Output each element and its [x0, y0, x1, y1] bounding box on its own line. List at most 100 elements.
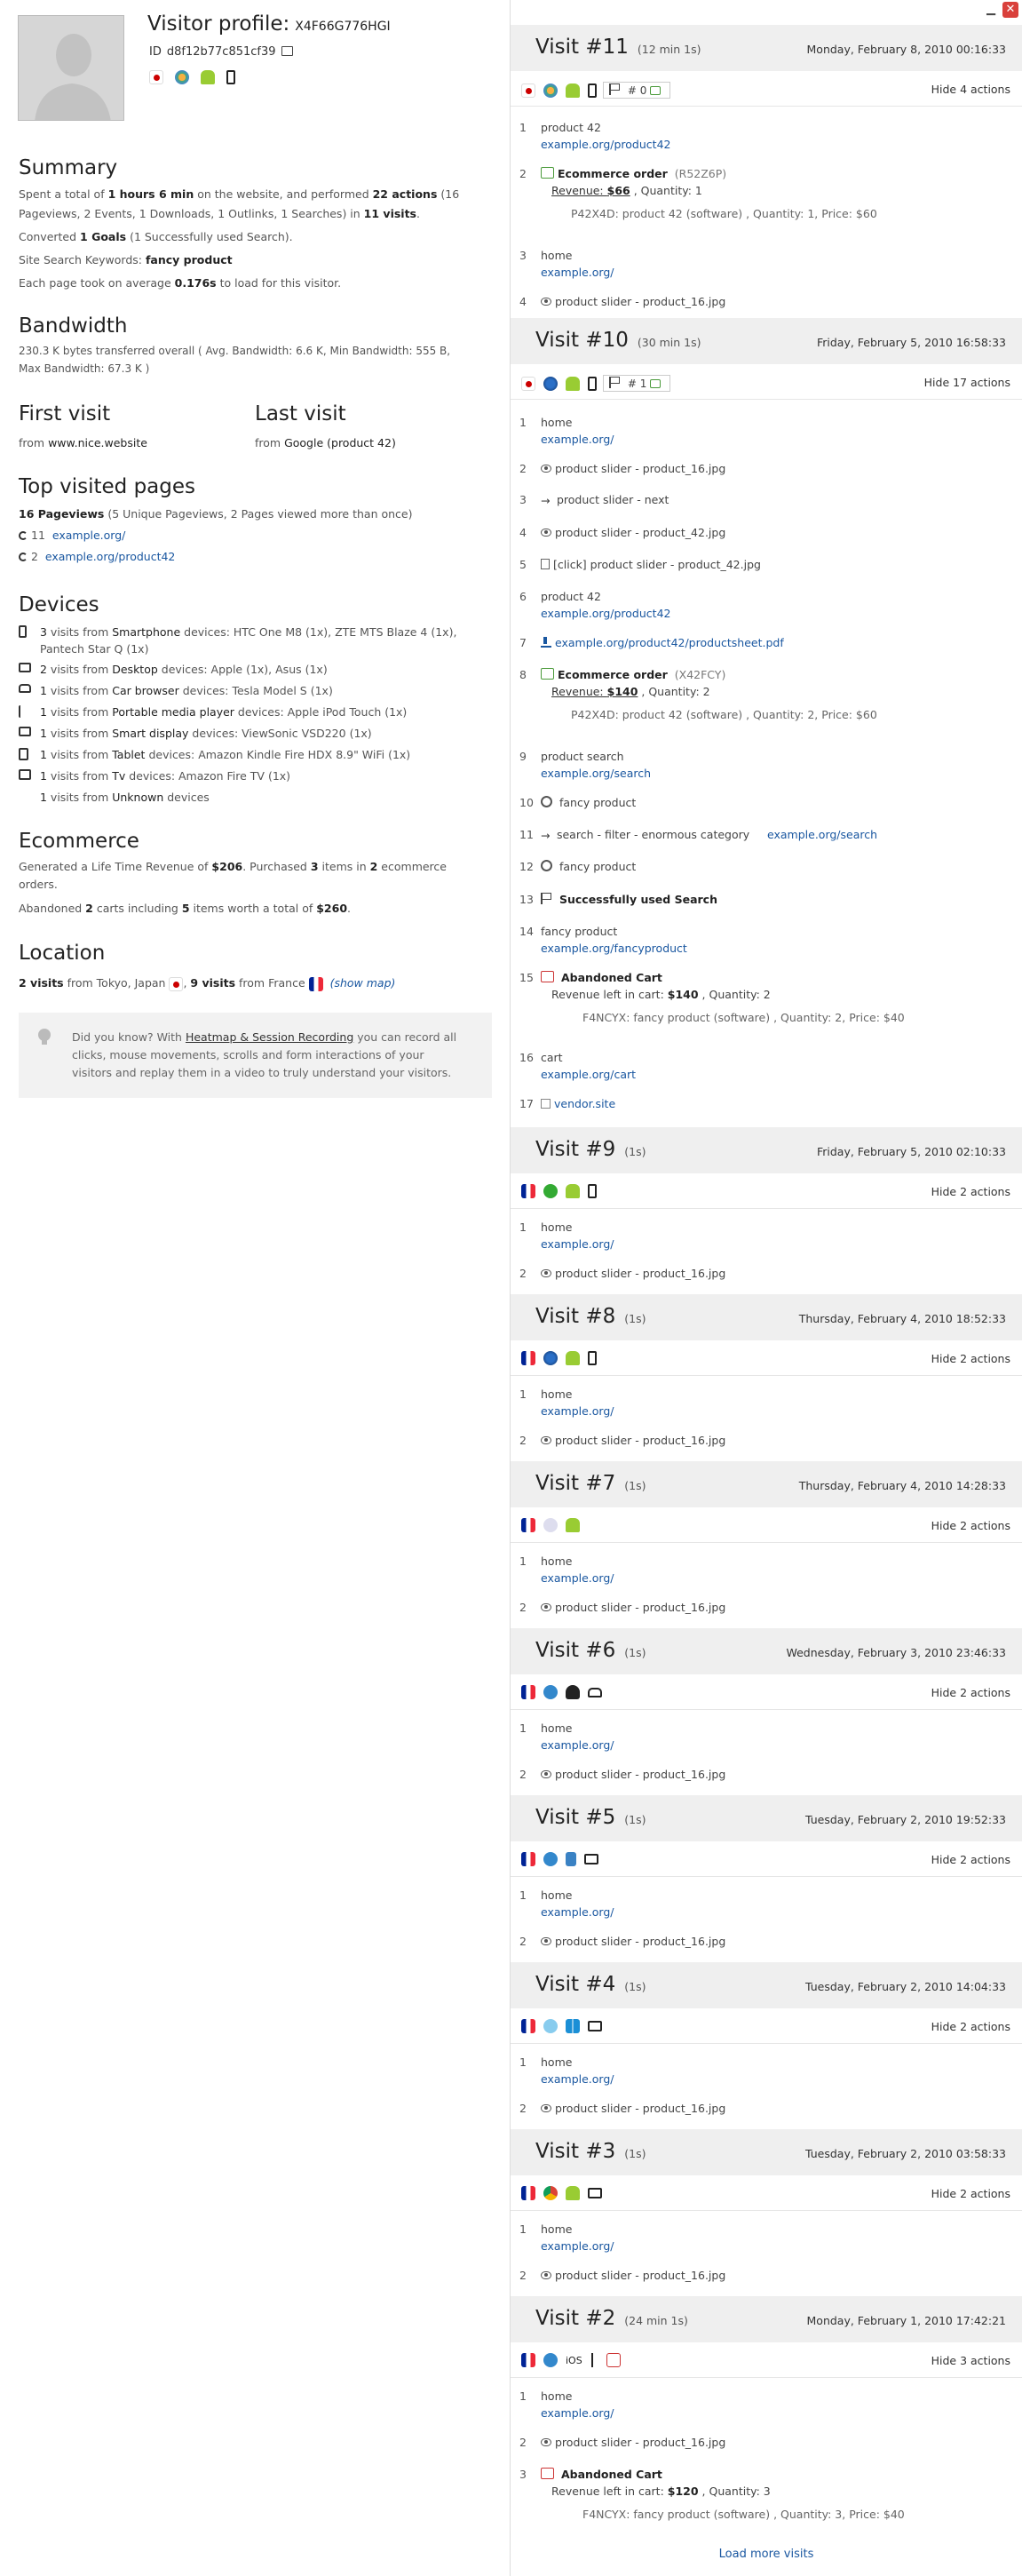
action-title: home: [541, 2389, 573, 2403]
action-title: product slider - next: [556, 493, 669, 506]
hide-actions-button[interactable]: Hide 2 actions: [931, 1853, 1010, 1866]
action-title: home: [541, 1721, 573, 1735]
visit-date: Friday, February 5, 2010 02:10:33: [816, 1145, 1006, 1158]
action-title: product search: [541, 750, 624, 763]
hide-actions-button[interactable]: Hide 2 actions: [931, 2020, 1010, 2033]
page-url-link[interactable]: example.org/search: [541, 767, 651, 780]
page-url-link[interactable]: example.org/: [541, 2239, 614, 2253]
action-title: product 42: [541, 590, 601, 603]
goal-icon: [609, 83, 621, 95]
hide-actions-button[interactable]: Hide 2 actions: [931, 1185, 1010, 1198]
event-icon: [541, 1436, 551, 1444]
device-row: 1 visits from Unknown devices: [40, 791, 210, 804]
page-url-link[interactable]: example.org/: [541, 1905, 614, 1919]
event-icon: [541, 1603, 551, 1611]
page-url-link[interactable]: example.org/cart: [541, 1068, 636, 1081]
event-icon: [541, 298, 551, 306]
action-number: 2: [519, 462, 527, 475]
download-link[interactable]: example.org/product42/productsheet.pdf: [555, 636, 784, 649]
load-more-button[interactable]: Load more visits: [511, 2548, 1022, 2561]
export-icon[interactable]: [281, 46, 293, 56]
outlink[interactable]: vendor.site: [554, 1097, 615, 1110]
france-flag-icon: [521, 1518, 535, 1532]
download-icon: [541, 637, 551, 648]
visit-title: Visit #8 (1s): [535, 1305, 646, 1328]
refresh-icon: [19, 531, 28, 540]
desktop-icon: [19, 663, 31, 672]
page-url-link[interactable]: example.org/product42: [541, 607, 670, 620]
top-page-item: 2 example.org/product42: [19, 547, 413, 567]
visit-icons: [521, 1351, 605, 1365]
visit-header: Visit #11 (12 min 1s) Monday, February 8, …: [511, 25, 1022, 71]
japan-flag-icon: [521, 376, 535, 391]
browser-icon: [543, 1685, 558, 1699]
action-number: 2: [519, 167, 527, 180]
close-button[interactable]: ✕: [1002, 2, 1018, 18]
action-number: 2: [519, 2436, 527, 2449]
id-row: ID d8f12b77c851cf39: [149, 45, 298, 59]
action-title: product slider - product_16.jpg: [555, 295, 726, 308]
visit-header: Visit #4 (1s) Tuesday, February 2, 2010 14…: [511, 1962, 1022, 2008]
hide-actions-button[interactable]: Hide 4 actions: [931, 83, 1010, 96]
visit-details-row: Hide 2 actions: [511, 1841, 1022, 1877]
hide-actions-button[interactable]: Hide 2 actions: [931, 2187, 1010, 2200]
action-number: 4: [519, 526, 527, 539]
action-title: product slider - product_16.jpg: [555, 1434, 726, 1447]
visit-icons: iOS: [521, 2353, 629, 2367]
page-url-link[interactable]: example.org/: [541, 1571, 614, 1585]
action-number: 10: [519, 796, 534, 809]
action-title: fancy product: [559, 796, 637, 809]
action-number: 4: [519, 295, 527, 308]
page-url-link[interactable]: example.org/: [541, 1738, 614, 1752]
heatmap-link[interactable]: Heatmap & Session Recording: [186, 1030, 353, 1044]
top-pages-heading: Top visited pages: [19, 475, 196, 498]
visit-date: Tuesday, February 2, 2010 03:58:33: [805, 2147, 1006, 2160]
action-title: home: [541, 1387, 573, 1401]
page-url-link[interactable]: example.org/fancyproduct: [541, 942, 687, 955]
show-map-link[interactable]: (show map): [330, 976, 396, 990]
android-icon: [566, 376, 580, 391]
device-row: 1 visits from Tablet devices: Amazon Kin…: [19, 746, 410, 763]
visit-title: Visit #3 (1s): [535, 2140, 646, 2163]
hide-actions-button[interactable]: Hide 2 actions: [931, 1686, 1010, 1699]
page-url-link[interactable]: example.org/product42: [541, 138, 670, 151]
profile-summary-panel: Visitor profile: X4F66G776HGI ID d8f12b77c…: [0, 0, 510, 2576]
android-icon: [566, 1351, 580, 1365]
tv-icon: [19, 769, 31, 780]
visit-title: Visit #2 (24 min 1s): [535, 2307, 688, 2330]
top-page-link[interactable]: example.org/product42: [45, 550, 175, 563]
last-visit-heading: Last visit: [255, 402, 346, 425]
page-url-link[interactable]: example.org/: [541, 266, 614, 279]
top-page-link[interactable]: example.org/: [52, 529, 126, 542]
summary-heading: Summary: [19, 156, 118, 179]
page-url-link[interactable]: example.org/: [541, 1404, 614, 1418]
content-icon: [541, 559, 550, 569]
browser-icon: [543, 1351, 558, 1365]
page-url-link[interactable]: example.org/: [541, 1237, 614, 1251]
page-url-link[interactable]: example.org/search: [767, 828, 877, 841]
page-url-link[interactable]: example.org/: [541, 2406, 614, 2420]
visit-details-row: Hide 2 actions: [511, 2008, 1022, 2044]
device-row: 1 visits from Tv devices: Amazon Fire TV…: [19, 767, 290, 784]
hide-actions-button[interactable]: Hide 2 actions: [931, 1352, 1010, 1365]
smartphone-icon: [226, 70, 236, 84]
visit-date: Monday, February 1, 2010 17:42:21: [806, 2314, 1006, 2327]
hide-actions-button[interactable]: Hide 2 actions: [931, 1519, 1010, 1532]
desktop-icon: [584, 1854, 598, 1864]
visit-details-row: Hide 2 actions: [511, 1674, 1022, 1710]
action-number: 11: [519, 828, 534, 841]
hide-actions-button[interactable]: Hide 17 actions: [924, 376, 1010, 389]
minimize-button[interactable]: ▁: [983, 2, 999, 18]
ios-label: iOS: [566, 2354, 582, 2366]
visit-date: Wednesday, February 3, 2010 23:46:33: [786, 1646, 1006, 1659]
action-title: fancy product: [541, 925, 618, 938]
japan-flag-icon: [521, 83, 535, 98]
page-url-link[interactable]: example.org/: [541, 433, 614, 446]
hide-actions-button[interactable]: Hide 3 actions: [931, 2354, 1010, 2367]
visit-icons: [521, 2019, 610, 2033]
smartphone-icon: [588, 1184, 597, 1198]
page-url-link[interactable]: example.org/: [541, 2072, 614, 2086]
action-number: 2: [519, 1434, 527, 1447]
first-visit-heading: First visit: [19, 402, 111, 425]
action-title: fancy product: [559, 860, 637, 873]
